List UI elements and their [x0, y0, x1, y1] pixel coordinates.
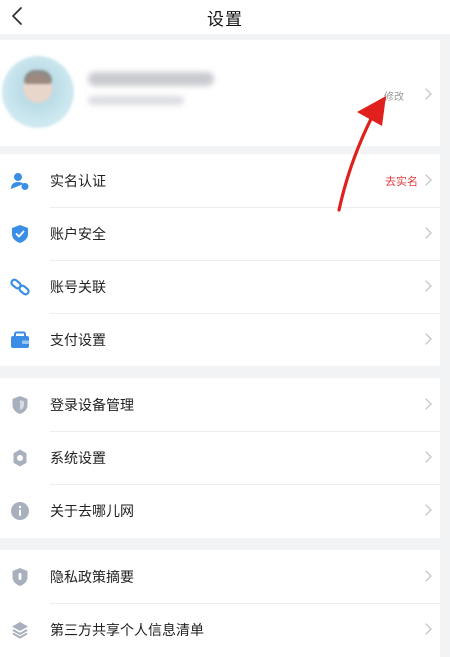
row-label: 系统设置 [50, 451, 106, 467]
row-label: 登录设备管理 [50, 398, 134, 414]
row-label: 隐私政策摘要 [50, 570, 134, 586]
settings-group-account: 实名认证 去实名 账户安全 账号关联 支付设置 [0, 154, 440, 366]
row-label: 实名认证 [50, 174, 106, 190]
layers-icon [12, 622, 28, 639]
row-label: 账号关联 [50, 280, 106, 296]
chevron-right-icon [425, 623, 432, 635]
device-shield-icon [12, 396, 28, 414]
row-login-devices[interactable]: 登录设备管理 [0, 378, 440, 431]
link-icon [10, 278, 30, 296]
row-system-settings[interactable]: 系统设置 [0, 431, 440, 484]
row-account-security[interactable]: 账户安全 [0, 207, 440, 260]
chevron-right-icon [425, 333, 432, 345]
nickname-blurred [88, 72, 214, 86]
chevron-right-icon [425, 174, 432, 186]
row-status: 去实名 [385, 175, 418, 188]
page-title: 设置 [207, 9, 243, 30]
row-payment-settings[interactable]: 支付设置 [0, 313, 440, 366]
nav-bar: 设置 [0, 0, 450, 34]
chevron-right-icon [425, 451, 432, 463]
chevron-left-icon [12, 7, 22, 25]
wallet-icon [11, 331, 29, 348]
chevron-right-icon [425, 504, 432, 516]
row-third-party-list[interactable]: 第三方共享个人信息清单 [0, 603, 440, 656]
chevron-right-icon [425, 88, 432, 100]
settings-group-system: 登录设备管理 系统设置 关于去哪儿网 [0, 378, 440, 538]
avatar[interactable] [2, 56, 74, 128]
chevron-right-icon [425, 280, 432, 292]
chevron-right-icon [425, 227, 432, 239]
gear-icon [13, 449, 27, 467]
info-icon [11, 502, 29, 520]
edit-profile-link[interactable]: 修改 [384, 88, 404, 103]
row-label: 账户安全 [50, 227, 106, 243]
row-label: 第三方共享个人信息清单 [50, 623, 204, 639]
row-about[interactable]: 关于去哪儿网 [0, 484, 440, 537]
row-real-name[interactable]: 实名认证 去实名 [0, 154, 440, 207]
settings-group-privacy: 隐私政策摘要 第三方共享个人信息清单 [0, 550, 440, 657]
user-verify-icon [11, 173, 29, 190]
shield-check-icon [12, 225, 28, 243]
row-label: 关于去哪儿网 [50, 504, 134, 520]
chevron-right-icon [425, 398, 432, 410]
row-account-link[interactable]: 账号关联 [0, 260, 440, 313]
profile-subline-blurred [88, 96, 184, 105]
back-button[interactable] [6, 4, 28, 28]
row-privacy-summary[interactable]: 隐私政策摘要 [0, 550, 440, 603]
row-label: 支付设置 [50, 333, 106, 349]
privacy-shield-icon [12, 568, 28, 586]
chevron-right-icon [425, 570, 432, 582]
profile-card[interactable]: 修改 [0, 40, 440, 146]
